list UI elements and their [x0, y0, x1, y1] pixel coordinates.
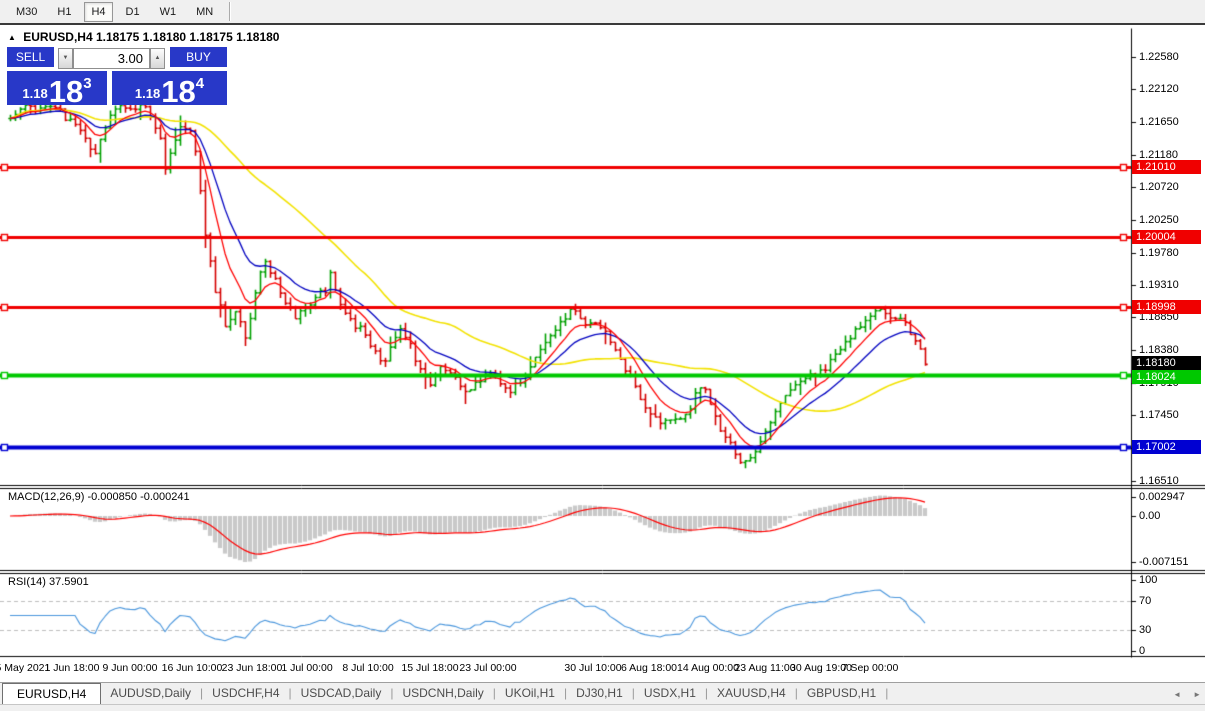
tab-separator: |	[885, 683, 888, 704]
tab-usdcad-daily[interactable]: USDCAD,Daily	[292, 683, 391, 704]
timeframe-button-m30[interactable]: M30	[9, 2, 44, 22]
buy-price-sup: 4	[196, 75, 204, 92]
tab-ukoil-h1[interactable]: UKOil,H1	[496, 683, 564, 704]
rsi-axis-tick-label: 70	[1139, 595, 1151, 607]
macd-axis-tick-label: 0.00	[1139, 510, 1160, 522]
toolbar-separator	[229, 2, 231, 21]
sell-price-prefix: 1.18	[22, 86, 47, 101]
time-axis-label: 9 Jun 00:00	[103, 662, 158, 674]
tab-eurusd-h4[interactable]: EURUSD,H4	[2, 683, 101, 704]
time-axis-label: 15 Jul 18:00	[401, 662, 458, 674]
price-axis-tick-label: 1.20250	[1139, 214, 1179, 226]
current-price-tag: 1.18180	[1132, 356, 1201, 370]
time-axis-label: 14 Aug 00:00	[677, 662, 739, 674]
time-axis-label: 23 Aug 11:00	[734, 662, 795, 674]
hline-price-tag: 1.17002	[1132, 440, 1201, 454]
buy-price-display[interactable]: 1.18 18 4	[112, 71, 227, 105]
sell-price-big: 18	[49, 79, 83, 105]
tab-usdchf-h4[interactable]: USDCHF,H4	[203, 683, 288, 704]
chevron-up-icon: ▲	[155, 55, 161, 61]
chart-ohlc-quotes: 1.18175 1.18180 1.18175 1.18180	[96, 30, 280, 44]
volume-up-button[interactable]: ▲	[150, 48, 165, 69]
tab-scroll-left-icon[interactable]: ◄	[1173, 690, 1181, 699]
tab-usdcnh-daily[interactable]: USDCNH,Daily	[393, 683, 492, 704]
hline-price-tag: 1.21010	[1132, 160, 1201, 174]
macd-indicator-label: MACD(12,26,9) -0.000850 -0.000241	[8, 491, 190, 503]
chart-tab-bar: EURUSD,H4AUDUSD,Daily|USDCHF,H4|USDCAD,D…	[0, 682, 1205, 704]
sell-button[interactable]: SELL	[7, 47, 54, 69]
price-axis-tick-label: 1.22580	[1139, 51, 1179, 63]
time-axis-label: 7 Sep 00:00	[842, 662, 899, 674]
rsi-axis-tick-label: 0	[1139, 645, 1145, 657]
macd-axis-tick-label: 0.002947	[1139, 491, 1185, 503]
buy-price-prefix: 1.18	[135, 86, 160, 101]
chart-symbol: EURUSD,H4	[23, 30, 92, 44]
tab-scroll-right-icon[interactable]: ►	[1193, 690, 1201, 699]
buy-price-big: 18	[161, 79, 195, 105]
time-axis-label: 23 Jul 00:00	[459, 662, 516, 674]
timeframe-button-h1[interactable]: H1	[50, 2, 78, 22]
tab-scroll-arrows: ◄ ►	[1173, 683, 1201, 705]
collapse-chart-icon[interactable]: ▲	[8, 33, 16, 42]
timeframe-button-w1[interactable]: W1	[153, 2, 184, 22]
time-axis-label: 6 Aug 18:00	[621, 662, 677, 674]
price-axis-tick-label: 1.18380	[1139, 344, 1179, 356]
rsi-axis-tick-label: 100	[1139, 574, 1157, 586]
time-axis-label: 30 Jul 10:00	[564, 662, 621, 674]
time-axis-label: 8 Jul 10:00	[342, 662, 393, 674]
time-axis-label: 23 Jun 18:00	[222, 662, 283, 674]
mt4-window: M30 H1 H4 D1 W1MN ▲ EURUSD,H4 1.18175 1.1818…	[0, 0, 1205, 711]
rsi-indicator-label: RSI(14) 37.5901	[8, 576, 89, 588]
sell-price-display[interactable]: 1.18 18 3	[7, 71, 107, 105]
price-axis-tick-label: 1.20720	[1139, 181, 1179, 193]
hline-price-tag: 1.18024	[1132, 370, 1201, 384]
timeframe-button-mn[interactable]: MN	[189, 2, 220, 22]
timeframe-toolbar: M30 H1 H4 D1 W1MN	[0, 0, 1205, 25]
price-axis-tick-label: 1.21650	[1139, 116, 1179, 128]
rsi-axis-tick-label: 30	[1139, 624, 1151, 636]
price-axis-tick-label: 1.17450	[1139, 409, 1179, 421]
chevron-down-icon: ▼	[63, 55, 69, 61]
tab-usdx-h1[interactable]: USDX,H1	[635, 683, 705, 704]
chart-title: ▲ EURUSD,H4 1.18175 1.18180 1.18175 1.18…	[8, 30, 279, 44]
sell-price-sup: 3	[83, 75, 91, 92]
timeframe-button-h4[interactable]: H4	[84, 2, 112, 22]
time-axis-label: 25 May 2021	[0, 662, 50, 674]
buy-button[interactable]: BUY	[170, 47, 227, 69]
one-click-trade-panel: SELL ▼ 3.00 ▲ BUY 1.18 18 3 1.18 18 4	[7, 47, 227, 105]
timeframe-button-d1[interactable]: D1	[119, 2, 147, 22]
price-axis-tick-label: 1.16510	[1139, 475, 1179, 487]
time-axis-label: 1 Jul 00:00	[281, 662, 332, 674]
tab-gbpusd-h1[interactable]: GBPUSD,H1	[798, 683, 885, 704]
price-axis-tick-label: 1.22120	[1139, 83, 1179, 95]
hline-price-tag: 1.18998	[1132, 300, 1201, 314]
volume-down-button[interactable]: ▼	[58, 48, 73, 69]
tab-dj30-h1[interactable]: DJ30,H1	[567, 683, 632, 704]
hline-price-tag: 1.20004	[1132, 230, 1201, 244]
price-axis-tick-label: 1.19310	[1139, 279, 1179, 291]
macd-axis-tick-label: -0.007151	[1139, 556, 1189, 568]
time-axis-label: 16 Jun 10:00	[162, 662, 223, 674]
time-axis-label: 1 Jun 18:00	[45, 662, 100, 674]
status-bar	[0, 704, 1205, 711]
price-axis-tick-label: 1.19780	[1139, 247, 1179, 259]
tab-audusd-daily[interactable]: AUDUSD,Daily	[101, 683, 200, 704]
volume-field[interactable]: 3.00	[73, 48, 150, 69]
tab-xauusd-h4[interactable]: XAUUSD,H4	[708, 683, 795, 704]
